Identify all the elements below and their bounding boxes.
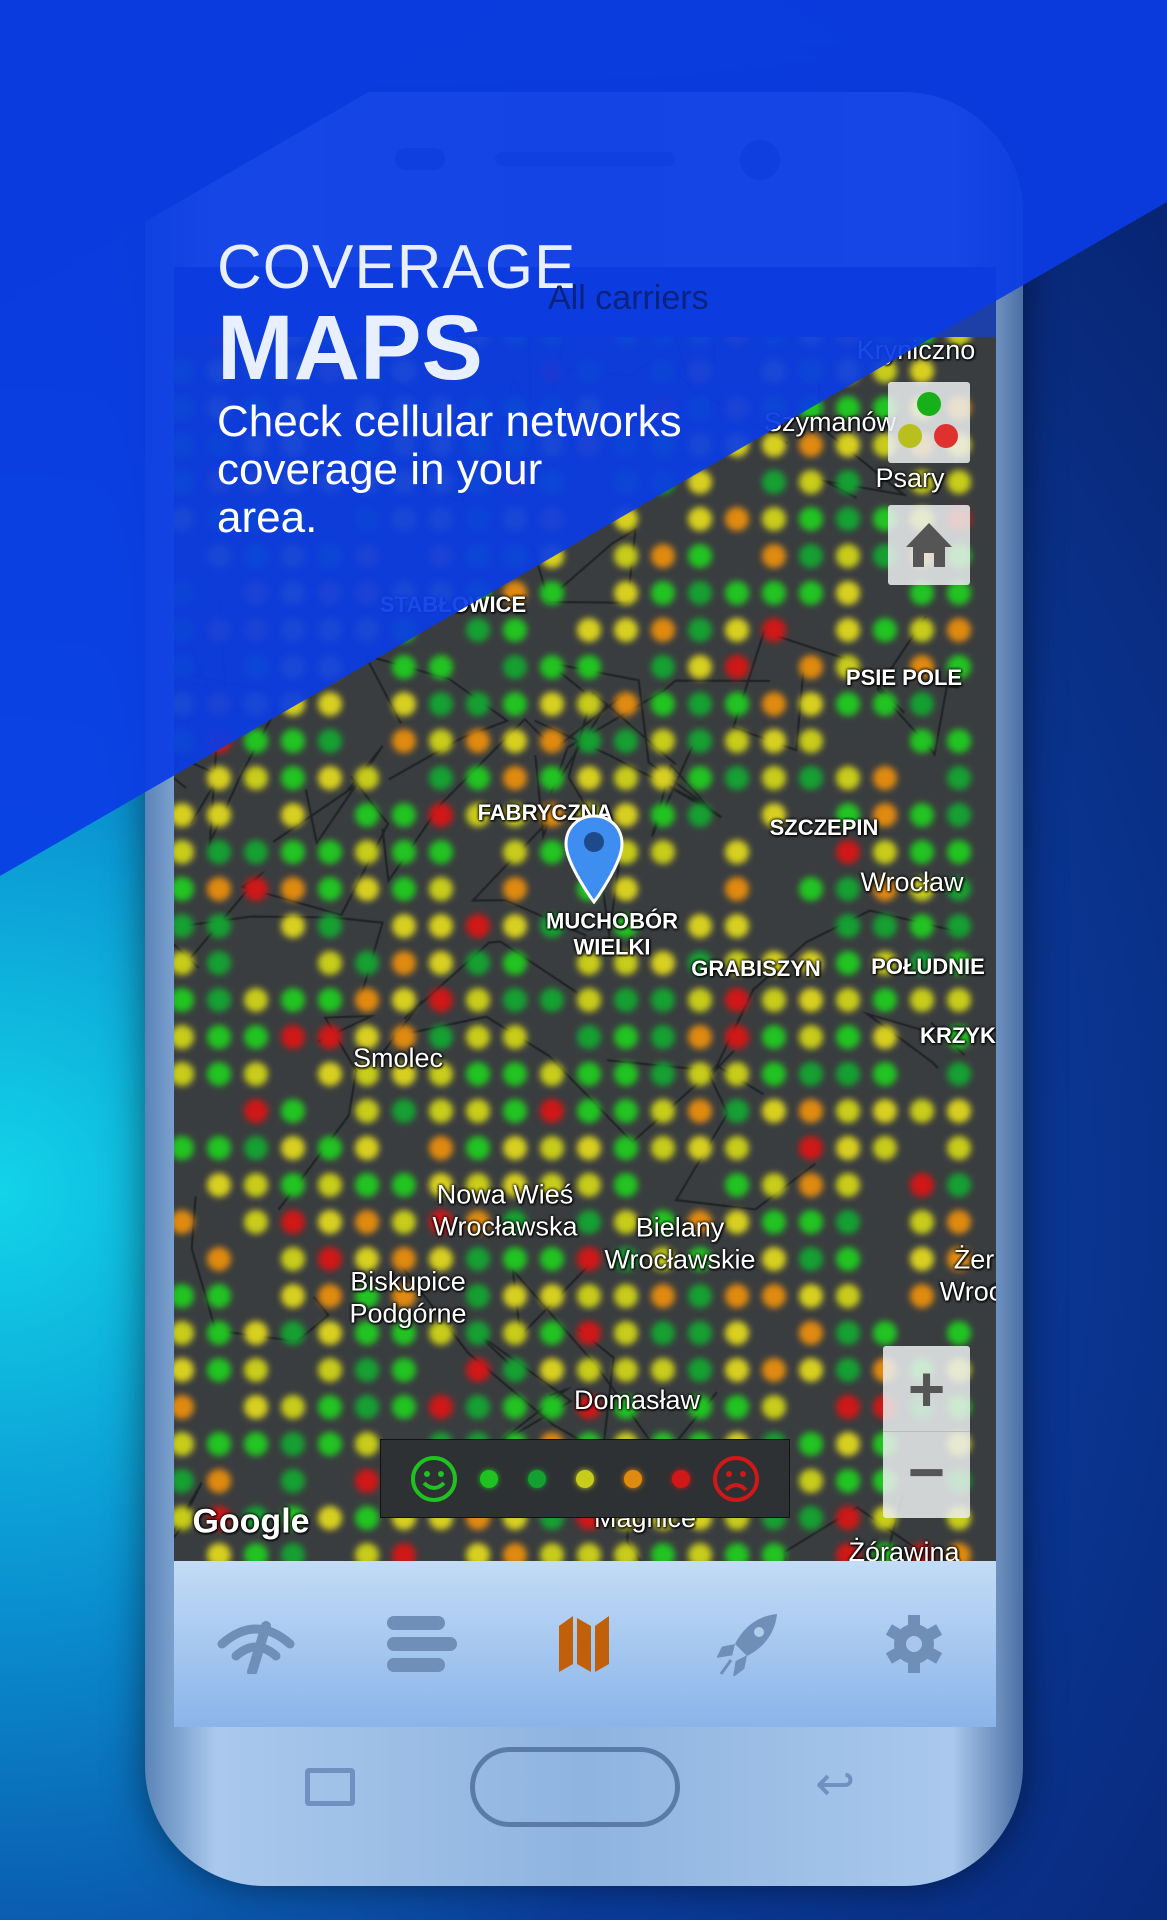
legend-toggle-button[interactable]	[888, 382, 970, 463]
map-label: Wrocław	[860, 866, 964, 897]
back-button[interactable]: ↩	[815, 1761, 870, 1809]
location-pin-icon	[564, 814, 624, 905]
legend-dot	[479, 1469, 498, 1488]
desc-line: coverage in your	[217, 445, 543, 494]
signal-legend	[380, 1439, 790, 1518]
legend-dot	[623, 1469, 642, 1488]
desc-line: Check cellular networks	[217, 397, 682, 446]
sad-face-icon	[712, 1455, 759, 1502]
map-label: Psary	[875, 462, 945, 493]
map-label: SZCZEPIN	[769, 814, 879, 840]
hero-title-line1: COVERAGE	[217, 233, 577, 302]
map-label: Smolec	[352, 1042, 444, 1073]
legend-dot	[527, 1469, 546, 1488]
recent-apps-button[interactable]	[305, 1768, 355, 1806]
map-pin[interactable]	[564, 814, 624, 905]
desc-line: area.	[217, 493, 318, 542]
nav-map[interactable]	[540, 1599, 630, 1689]
happy-face-icon	[411, 1455, 458, 1502]
rocket-icon	[717, 1614, 778, 1676]
map-label: Domasław	[573, 1384, 701, 1415]
map-label: Bielany Wrocławskie	[604, 1212, 756, 1275]
hero-description: Check cellular networks coverage in your…	[217, 398, 682, 542]
nav-boost[interactable]	[704, 1599, 794, 1689]
google-attribution: Google	[192, 1502, 310, 1541]
map-label: Żer Wrocł	[939, 1244, 996, 1307]
nav-settings[interactable]	[869, 1599, 959, 1689]
map-label: KRZYKI	[920, 1022, 996, 1048]
home-button[interactable]	[470, 1747, 680, 1827]
map-label: GRABISZYN	[691, 955, 821, 981]
map-label: Nowa Wieś Wrocławska	[432, 1179, 578, 1242]
hero-title-line2: MAPS	[217, 297, 483, 399]
map-label: PSIE POLE	[845, 664, 963, 690]
zoom-controls: + −	[883, 1346, 970, 1518]
nav-speedtest[interactable]	[211, 1599, 301, 1689]
nav-list[interactable]	[376, 1599, 466, 1689]
zoom-in-button[interactable]: +	[883, 1346, 970, 1432]
traffic-dots-icon	[898, 392, 958, 448]
speedtest-icon	[217, 1621, 295, 1674]
map-label: Biskupice Podgórne	[349, 1266, 467, 1329]
map-label: MUCHOBÓR WIELKI	[546, 908, 678, 960]
legend-dot	[671, 1469, 690, 1488]
map-icon	[558, 1616, 609, 1672]
legend-dot	[575, 1469, 594, 1488]
my-location-button[interactable]	[888, 505, 970, 585]
home-icon	[906, 523, 952, 567]
map-label: POŁUDNIE	[871, 953, 985, 979]
bottom-navigation	[174, 1561, 996, 1727]
map-label: Żórawina	[848, 1536, 960, 1561]
gear-icon	[885, 1615, 942, 1673]
list-icon	[386, 1616, 457, 1672]
zoom-out-button[interactable]: −	[883, 1432, 970, 1518]
carrier-selector[interactable]: All carriers	[548, 276, 709, 320]
